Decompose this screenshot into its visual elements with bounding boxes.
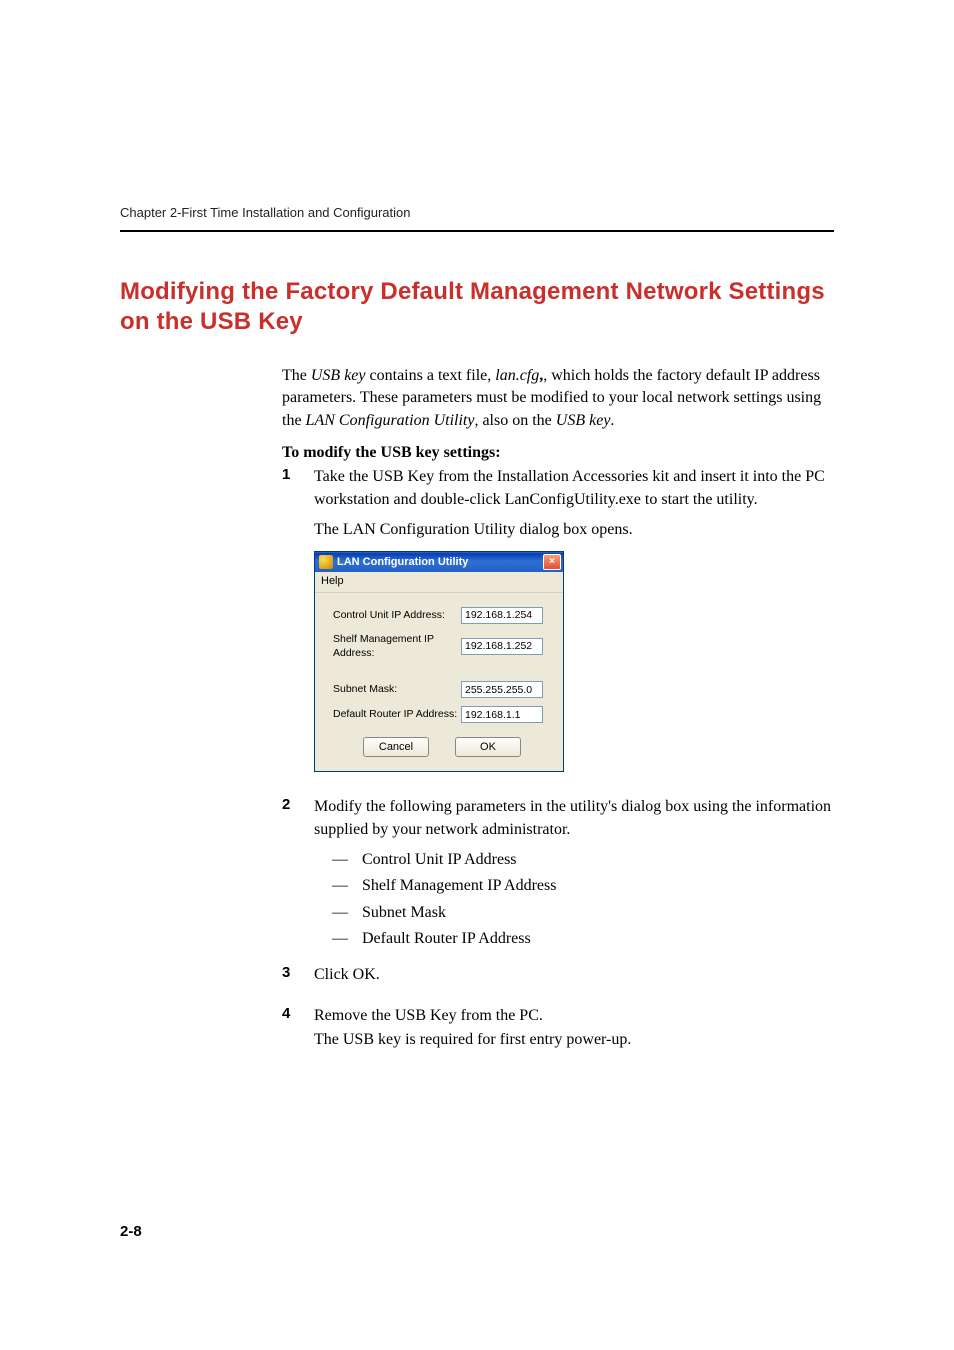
dash-icon: — [332,928,362,950]
ok-label: OK [353,966,376,983]
sub-item-shelf: Shelf Management IP Address [362,875,556,897]
app-icon [319,555,333,569]
subnet-label: Subnet Mask: [333,682,461,697]
chapter-header: Chapter 2-First Time Installation and Co… [120,205,834,232]
control-unit-input[interactable] [461,607,543,624]
step-2: 2 Modify the following parameters in the… [282,796,834,954]
dialog-title: LAN Configuration Utility [337,555,468,570]
text: . [610,412,614,429]
dash-icon: — [332,849,362,871]
sub-item-subnet: Subnet Mask [362,902,446,924]
subnet-input[interactable] [461,681,543,698]
usb-key-term: USB key [311,367,366,384]
step-number: 1 [282,466,314,786]
step-number: 4 [282,1005,314,1060]
dash-icon: — [332,875,362,897]
ok-button[interactable]: OK [455,737,521,757]
lan-cfg-term: lan.cfg [495,367,539,384]
usb-key-term: USB Key [372,468,434,485]
text: dialog box opens. [515,521,632,538]
exe-name: LanConfigUtility.exe [505,491,641,508]
step-number: 2 [282,796,314,954]
text: Remove the [314,1007,395,1024]
text: Take the [314,468,372,485]
cancel-button[interactable]: Cancel [363,737,429,757]
step-4-line2: The USB key is required for first entry … [314,1029,834,1051]
titlebar: LAN Configuration Utility × [315,552,563,572]
control-unit-label: Control Unit IP Address: [333,608,461,623]
util-name: LAN Configuration Utility [343,521,515,538]
page-number: 2-8 [120,1223,142,1240]
lan-config-dialog: LAN Configuration Utility × Help Control… [314,551,564,772]
section-title: Modifying the Factory Default Management… [120,277,834,337]
text: from the [434,468,497,485]
intro-paragraph: The USB key contains a text file, lan.cf… [282,365,834,432]
router-label: Default Router IP Address: [333,707,461,722]
shelf-mgmt-label: Shelf Management IP Address: [333,632,461,661]
close-button[interactable]: × [543,554,561,570]
dash-icon: — [332,902,362,924]
usb-key-term: USB key [556,412,611,429]
text: contains a text file, [366,367,496,384]
kit-term: Installation Accessories [497,468,649,485]
usb-key-term: USB Key [395,1007,457,1024]
menubar: Help [315,572,563,592]
text: . [376,966,380,983]
shelf-mgmt-input[interactable] [461,638,543,655]
router-input[interactable] [461,706,543,723]
step-number: 3 [282,964,314,994]
dialog-wrap: LAN Configuration Utility × Help Control… [314,551,834,772]
step-1: 1 Take the USB Key from the Installation… [282,466,834,786]
text: Click [314,966,353,983]
text: The [282,367,311,384]
step-3: 3 Click OK. [282,964,834,994]
text: , also on the [474,412,555,429]
text: to start the utility. [641,491,758,508]
sub-item-router: Default Router IP Address [362,928,531,950]
step-4: 4 Remove the USB Key from the PC. The US… [282,1005,834,1060]
text: The [314,521,343,538]
text: from the PC. [457,1007,543,1024]
menu-help[interactable]: Help [321,575,344,587]
procedure-subhead: To modify the USB key settings: [282,444,834,462]
util-name: LAN Configuration Utility [306,412,475,429]
sub-item-control: Control Unit IP Address [362,849,517,871]
step-2-text: Modify the following parameters in the u… [314,796,834,841]
